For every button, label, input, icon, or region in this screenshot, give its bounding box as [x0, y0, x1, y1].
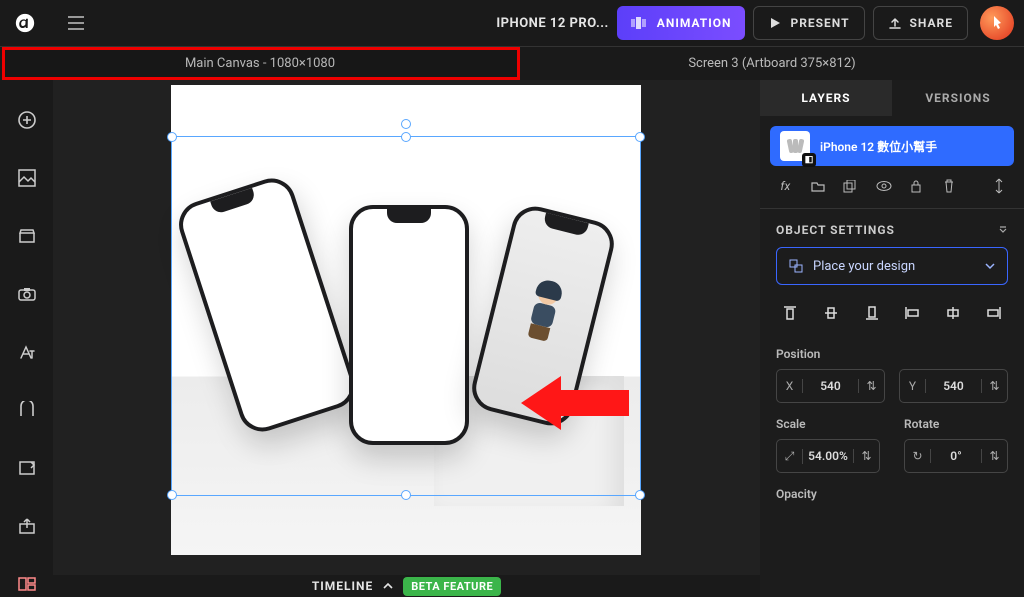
text-icon[interactable]	[15, 340, 39, 364]
timeline-bar[interactable]: TIMELINE BETA FEATURE	[53, 575, 760, 597]
share-icon	[888, 16, 902, 30]
smart-object-icon: ◧	[802, 153, 816, 167]
phone-center	[349, 205, 469, 445]
right-panel-tabs: LAYERS VERSIONS	[760, 80, 1024, 116]
position-block: Position X 540 ⇅ Y 540 ⇅	[760, 337, 1024, 403]
add-icon[interactable]	[15, 108, 39, 132]
position-y-input[interactable]: Y 540 ⇅	[899, 369, 1008, 403]
align-right-icon[interactable]	[980, 299, 1008, 327]
share-button[interactable]: SHARE	[873, 6, 968, 40]
animation-icon	[631, 16, 649, 30]
mockup-image[interactable]	[171, 85, 641, 555]
object-settings-label: OBJECT SETTINGS	[776, 223, 895, 237]
share-label: SHARE	[910, 16, 953, 30]
align-vcenter-icon[interactable]	[817, 299, 845, 327]
scale-input[interactable]: ⤢ 54.00% ⇅	[776, 439, 880, 473]
canvas-stage[interactable]	[171, 85, 641, 555]
align-top-icon[interactable]	[776, 299, 804, 327]
place-design-button[interactable]: Place your design	[776, 247, 1008, 285]
reorder-icon[interactable]	[993, 178, 1008, 194]
timeline-label: TIMELINE	[312, 579, 373, 593]
align-left-icon[interactable]	[898, 299, 926, 327]
align-hcenter-icon[interactable]	[939, 299, 967, 327]
upload-icon[interactable]	[15, 514, 39, 538]
visibility-icon[interactable]	[876, 180, 892, 192]
opacity-block: Opacity	[760, 473, 1024, 501]
align-bottom-icon[interactable]	[858, 299, 886, 327]
tab-screen-3[interactable]: Screen 3 (Artboard 375×812)	[520, 47, 1024, 80]
tab-main-canvas[interactable]: Main Canvas - 1080×1080	[0, 47, 520, 80]
menu-button[interactable]	[64, 11, 88, 35]
rotate-value: 0°	[931, 449, 981, 463]
user-avatar[interactable]	[980, 6, 1014, 40]
present-label: PRESENT	[790, 16, 849, 30]
tab-screen-label: Screen 3 (Artboard 375×812)	[688, 56, 855, 71]
replace-icon	[789, 259, 803, 273]
image-icon[interactable]	[15, 166, 39, 190]
delete-icon[interactable]	[943, 179, 958, 193]
layer-tools: fx	[760, 172, 1024, 209]
rotate-label: Rotate	[904, 417, 1008, 431]
opacity-label: Opacity	[776, 487, 1008, 501]
y-tag: Y	[900, 379, 926, 393]
beta-badge: BETA FEATURE	[403, 577, 501, 596]
pointer-icon	[988, 14, 1006, 32]
tab-versions[interactable]: VERSIONS	[892, 80, 1024, 116]
align-tools	[760, 299, 1024, 337]
object-settings-header[interactable]: OBJECT SETTINGS	[760, 209, 1024, 247]
phone-left	[173, 172, 361, 437]
stepper-icon[interactable]: ⇅	[981, 379, 1007, 393]
scale-value: 54.00%	[803, 449, 853, 463]
scale-label: Scale	[776, 417, 880, 431]
chevron-down-icon	[985, 262, 995, 270]
layer-item[interactable]: ◧ iPhone 12 數位小幫手	[770, 126, 1014, 166]
stepper-icon[interactable]: ⇅	[853, 449, 879, 463]
design-preview	[521, 281, 568, 344]
animation-label: ANIMATION	[657, 16, 732, 30]
export-icon[interactable]	[15, 456, 39, 480]
tab-main-label: Main Canvas - 1080×1080	[185, 56, 335, 71]
rotate-block: Rotate ↻ 0° ⇅	[904, 417, 1008, 473]
project-title[interactable]: IPHONE 12 PRO...	[496, 16, 608, 31]
right-panel: LAYERS VERSIONS ◧ iPhone 12 數位小幫手 fx OBJ…	[760, 80, 1024, 597]
templates-icon[interactable]	[15, 572, 39, 596]
rotate-input[interactable]: ↻ 0° ⇅	[904, 439, 1008, 473]
play-icon	[768, 16, 782, 30]
collapse-icon[interactable]	[998, 225, 1008, 235]
canvas-area[interactable]	[53, 80, 760, 575]
stepper-icon[interactable]: ⇅	[858, 379, 884, 393]
top-bar: IPHONE 12 PRO... ANIMATION PRESENT SHARE	[0, 0, 1024, 47]
store-icon[interactable]	[15, 224, 39, 248]
chevron-up-icon	[383, 582, 393, 590]
position-label: Position	[776, 347, 1008, 361]
rotate-icon: ↻	[905, 449, 931, 463]
place-design-label: Place your design	[813, 259, 915, 274]
present-button[interactable]: PRESENT	[753, 6, 864, 40]
scale-icon: ⤢	[777, 449, 803, 464]
layer-thumbnail: ◧	[780, 131, 810, 161]
stepper-icon[interactable]: ⇅	[981, 449, 1007, 463]
effects-icon[interactable]: fx	[778, 179, 793, 193]
duplicate-icon[interactable]	[843, 180, 858, 193]
canvas-tabs: Main Canvas - 1080×1080 Screen 3 (Artboa…	[0, 47, 1024, 80]
layer-name: iPhone 12 數位小幫手	[820, 138, 937, 155]
position-x-input[interactable]: X 540 ⇅	[776, 369, 885, 403]
tab-layers[interactable]: LAYERS	[760, 80, 892, 116]
shape-icon[interactable]	[15, 398, 39, 422]
y-value: 540	[926, 379, 981, 393]
app-logo[interactable]	[10, 8, 40, 38]
left-toolbar	[0, 80, 53, 597]
lock-icon[interactable]	[910, 179, 925, 193]
x-value: 540	[803, 379, 858, 393]
animation-button[interactable]: ANIMATION	[617, 6, 746, 40]
scale-block: Scale ⤢ 54.00% ⇅	[776, 417, 880, 473]
x-tag: X	[777, 379, 803, 393]
camera-icon[interactable]	[15, 282, 39, 306]
folder-icon[interactable]	[811, 180, 826, 192]
